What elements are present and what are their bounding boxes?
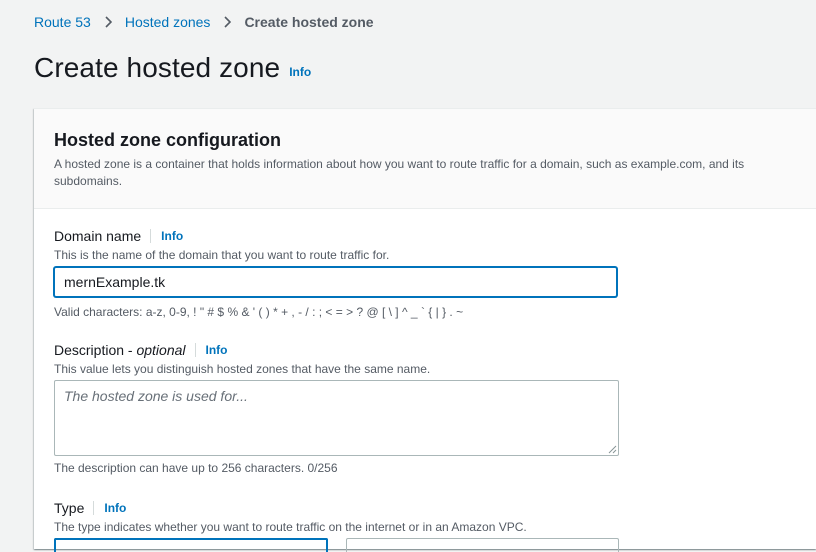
domain-name-label-row: Domain name Info [54,228,183,244]
type-label: Type [54,500,85,516]
type-option-private[interactable] [346,538,619,552]
breadcrumb-current: Create hosted zone [244,14,374,30]
breadcrumb-route53-link[interactable]: Route 53 [34,14,91,30]
type-info-link[interactable]: Info [104,501,126,515]
label-divider [194,343,196,357]
type-description: The type indicates whether you want to r… [54,520,527,534]
domain-name-constraint: Valid characters: a-z, 0-9, ! " # $ % & … [54,305,464,319]
page-header: Create hosted zone Info [34,52,311,84]
resize-handle-icon[interactable] [608,445,617,454]
label-divider [93,501,95,515]
page-info-link[interactable]: Info [289,65,311,79]
description-label: Description - optional [54,342,186,358]
page-title: Create hosted zone [34,52,281,83]
optional-label: optional [136,342,186,358]
hosted-zone-configuration-panel: Hosted zone configuration A hosted zone … [34,108,816,552]
breadcrumb-hosted-zones-link[interactable]: Hosted zones [125,14,211,30]
description-label-row: Description - optional Info [54,342,228,358]
panel-header: Hosted zone configuration A hosted zone … [34,109,816,209]
panel-title: Hosted zone configuration [54,130,281,150]
domain-name-info-link[interactable]: Info [161,229,183,243]
description-constraint: The description can have up to 256 chara… [54,461,338,475]
description-info-link[interactable]: Info [206,343,228,357]
type-option-public[interactable] [54,538,328,552]
chevron-right-icon [105,16,112,28]
description-field-description: This value lets you distinguish hosted z… [54,362,431,376]
domain-name-description: This is the name of the domain that you … [54,248,390,262]
domain-name-input[interactable] [54,267,617,297]
domain-name-label: Domain name [54,228,142,244]
breadcrumb: Route 53 Hosted zones Create hosted zone [34,12,374,32]
label-divider [150,229,152,243]
description-textarea[interactable] [54,380,619,456]
panel-description: A hosted zone is a container that holds … [54,157,745,188]
chevron-right-icon [224,16,232,28]
type-label-row: Type Info [54,500,126,516]
